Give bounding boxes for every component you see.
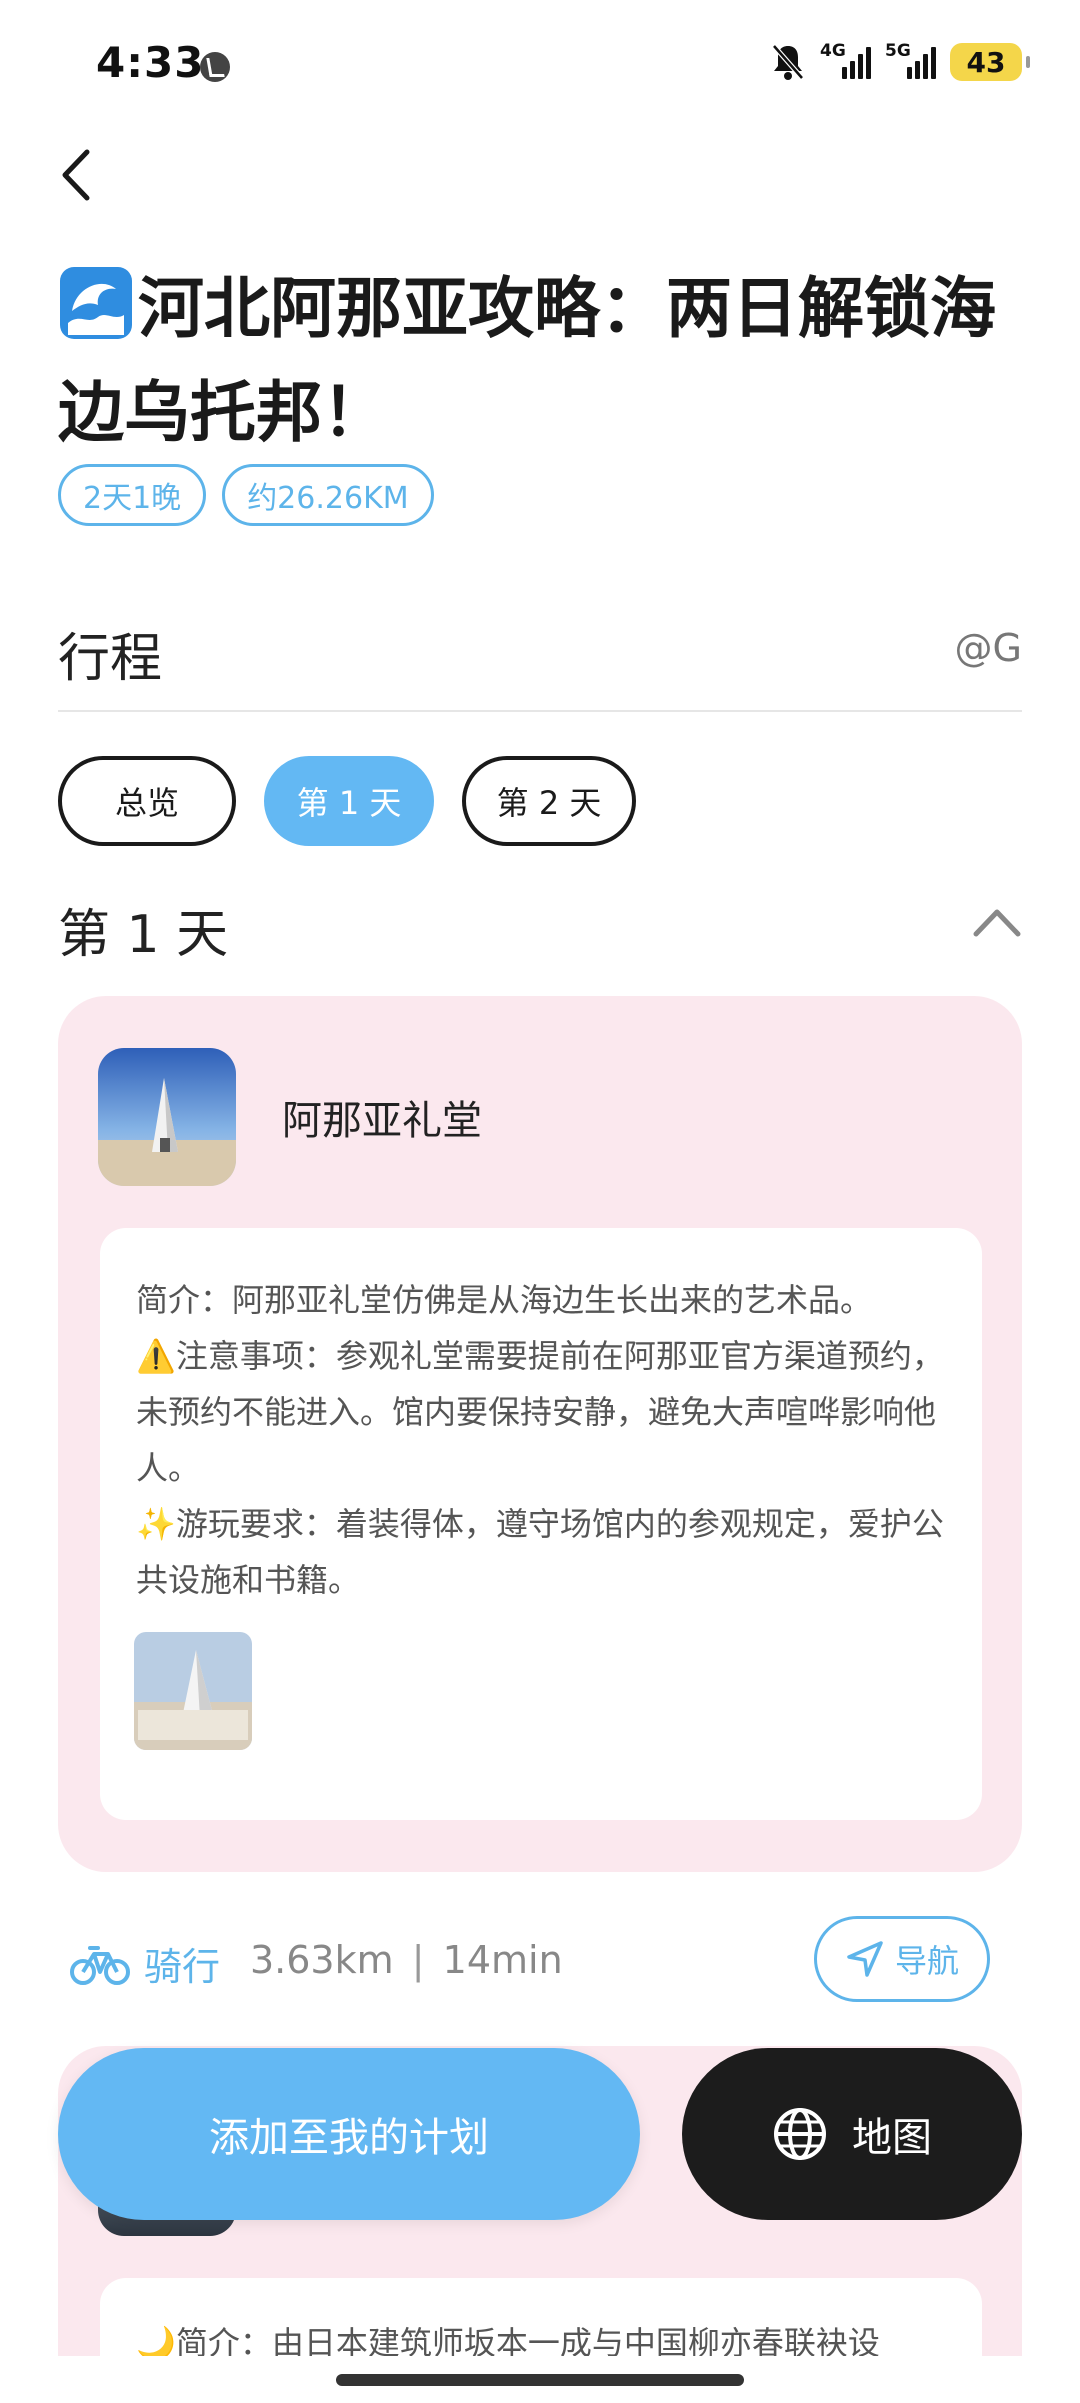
route-info: 3.63km | 14min — [250, 1938, 563, 1982]
navigate-button[interactable]: 导航 — [814, 1916, 990, 2002]
spot-thumbnail — [98, 1048, 236, 1186]
itinerary-title: 行程 — [58, 629, 163, 689]
route-segment: 骑行 3.63km | 14min 导航 — [70, 1916, 990, 2006]
sparkles-icon: ✨ — [136, 1505, 176, 1543]
notification-icon — [200, 52, 230, 82]
spot-notice-line: ⚠️注意事项：参观礼堂需要提前在阿那亚官方渠道预约，未预约不能进入。馆内要保持安… — [136, 1328, 948, 1496]
title-text: 河北阿那亚攻略：两日解锁海边乌托邦！ — [58, 270, 996, 451]
spot-name: 阿那亚礼堂 — [282, 1098, 482, 1144]
spot-requirement: 游玩要求：着装得体，遵守场馆内的参观规定，爱护公共设施和书籍。 — [136, 1505, 944, 1599]
chevron-up-icon[interactable] — [972, 902, 1022, 942]
navigation-arrow-icon — [847, 1941, 883, 1977]
route-duration: 14min — [442, 1938, 563, 1982]
signal-4g-icon: 4G — [820, 41, 871, 79]
spot-photo[interactable] — [134, 1632, 252, 1750]
route-mode-label: 骑行 — [144, 1945, 221, 1989]
map-label: 地图 — [852, 2115, 932, 2161]
itinerary-header: 行程 @G — [58, 612, 1022, 712]
back-button[interactable] — [46, 140, 106, 210]
day-header[interactable]: 第 1 天 — [58, 892, 1022, 965]
spot-description-box: 简介：阿那亚礼堂仿佛是从海边生长出来的艺术品。 ⚠️注意事项：参观礼堂需要提前在… — [100, 1228, 982, 1820]
distance-tag: 约26.26KM — [222, 464, 434, 526]
globe-icon — [774, 2108, 826, 2160]
tab-day-1[interactable]: 第 1 天 — [264, 756, 434, 846]
spot-card[interactable]: 阿那亚礼堂 简介：阿那亚礼堂仿佛是从海边生长出来的艺术品。 ⚠️注意事项：参观礼… — [58, 996, 1022, 1872]
spot-requirement-line: ✨游玩要求：着装得体，遵守场馆内的参观规定，爱护公共设施和书籍。 — [136, 1496, 948, 1608]
spot-notice: 注意事项：参观礼堂需要提前在阿那亚官方渠道预约，未预约不能进入。馆内要保持安静，… — [136, 1337, 944, 1487]
warning-icon: ⚠️ — [136, 1337, 176, 1375]
tab-day-2[interactable]: 第 2 天 — [462, 756, 636, 846]
status-icons: 4G 5G 43 — [770, 41, 1030, 82]
trip-tags: 2天1晚 约26.26KM — [58, 464, 434, 526]
tab-overview[interactable]: 总览 — [58, 756, 236, 846]
status-bar: 4:33 4G 5G 43 — [0, 0, 1080, 130]
route-mode: 骑行 — [70, 1936, 220, 1991]
spot-intro: 简介：阿那亚礼堂仿佛是从海边生长出来的艺术品。 — [136, 1281, 873, 1319]
duration-tag: 2天1晚 — [58, 464, 207, 526]
battery-indicator: 43 — [950, 43, 1030, 81]
navigate-label: 导航 — [894, 1942, 959, 1980]
route-distance: 3.63km — [250, 1938, 394, 1982]
day-tabs: 总览 第 1 天 第 2 天 — [58, 756, 636, 846]
status-time: 4:33 — [96, 38, 205, 87]
spot-description: 简介：阿那亚礼堂仿佛是从海边生长出来的艺术品。 ⚠️注意事项：参观礼堂需要提前在… — [136, 1272, 948, 1608]
author-handle[interactable]: @G — [955, 626, 1022, 670]
add-to-plan-button[interactable]: 添加至我的计划 — [58, 2048, 640, 2220]
mute-icon — [770, 42, 806, 82]
bicycle-icon — [70, 1945, 130, 1985]
home-indicator[interactable] — [336, 2374, 744, 2386]
chevron-left-icon — [62, 149, 90, 201]
day-title: 第 1 天 — [58, 905, 229, 965]
page-title: 河北阿那亚攻略：两日解锁海边乌托邦！ — [58, 262, 1018, 460]
wave-icon — [58, 265, 134, 366]
signal-5g-icon: 5G — [885, 41, 936, 79]
map-button[interactable]: 地图 — [682, 2048, 1022, 2220]
